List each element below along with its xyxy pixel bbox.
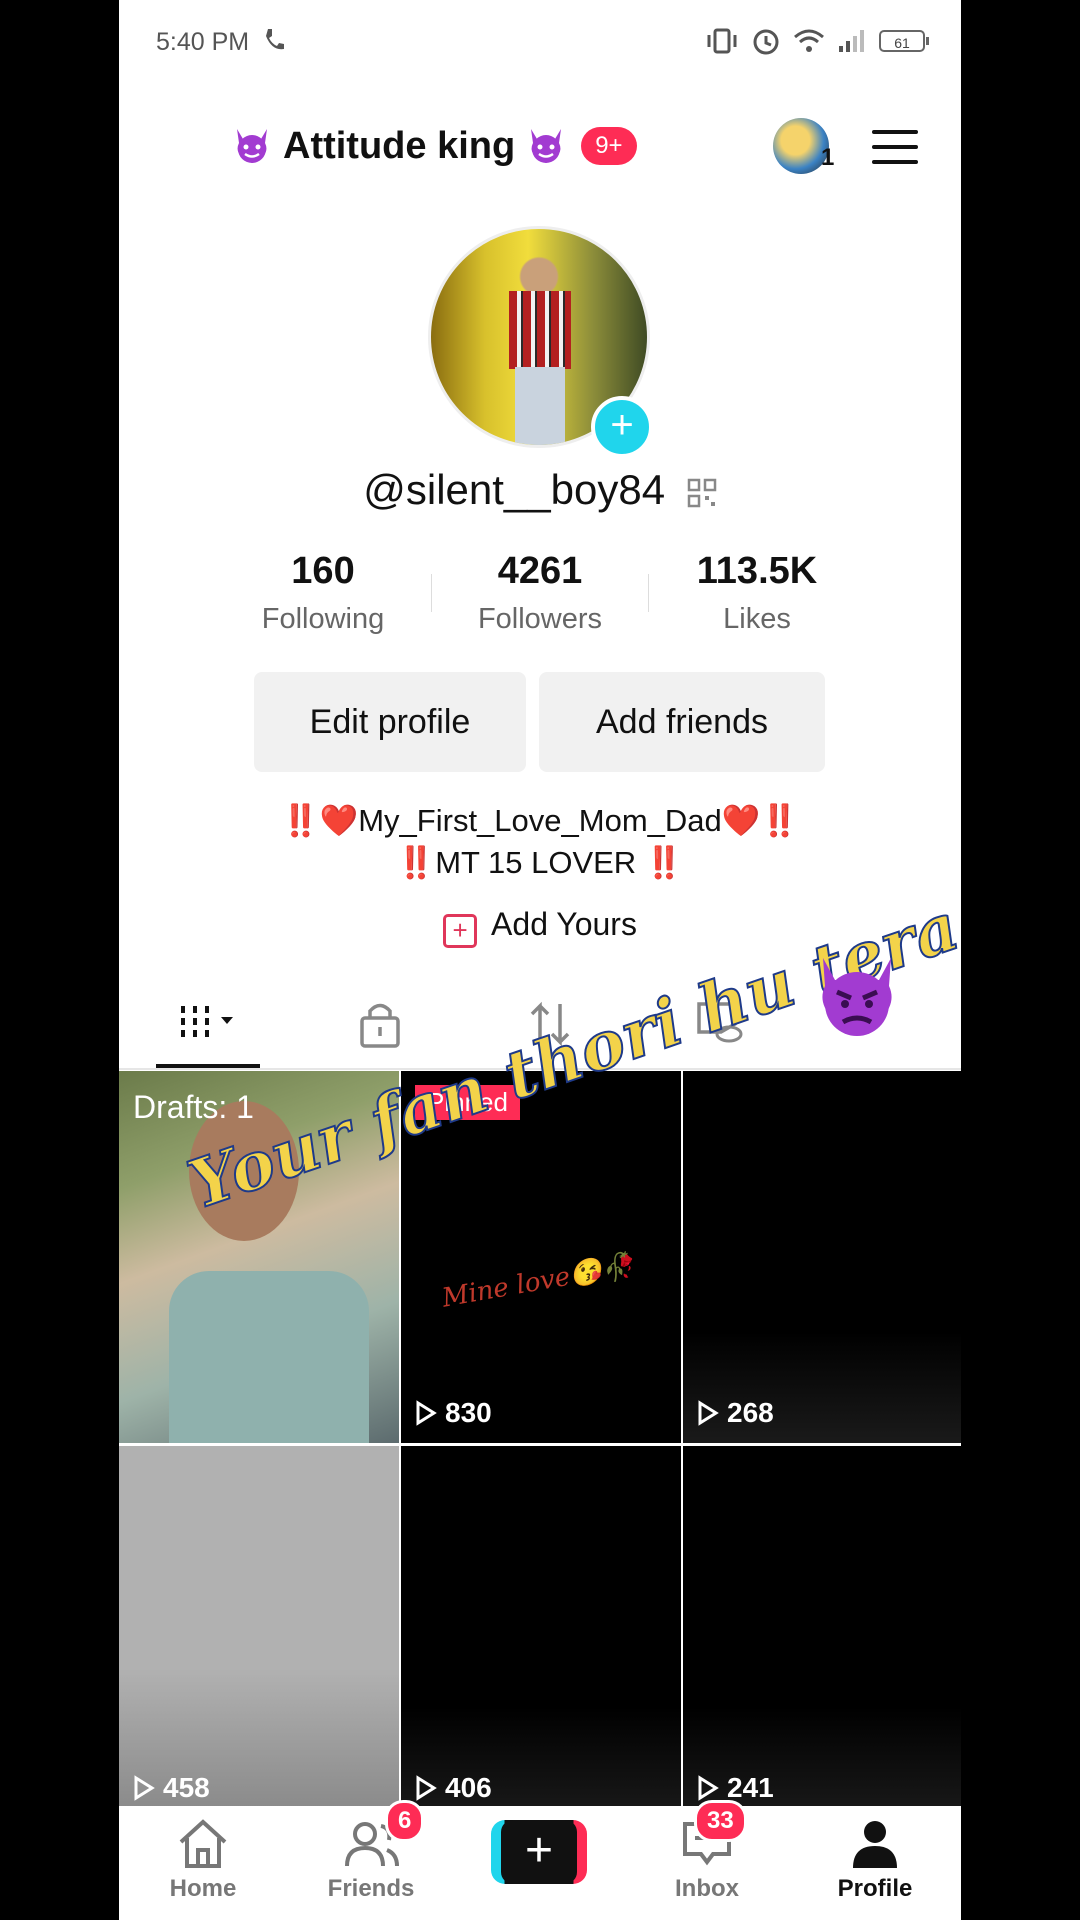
username: @silent__boy84: [363, 466, 666, 513]
nav-profile[interactable]: Profile: [791, 1806, 959, 1920]
bottom-nav: Home Friends 6 + Inbox 33 Profile: [119, 1800, 961, 1920]
bio: ‼️❤️My_First_Love_Mom_Dad❤️‼️ ‼️MT 15 LO…: [119, 800, 961, 884]
qr-code-icon[interactable]: [687, 478, 717, 508]
view-count: 268: [697, 1397, 774, 1429]
profile-icon: [853, 1821, 897, 1868]
devil-emoji-icon: [237, 129, 267, 163]
call-forward-icon: [266, 29, 284, 50]
status-time: 5:40 PM: [156, 28, 250, 56]
friends-badge: 6: [385, 1800, 425, 1842]
nav-label: Profile: [837, 1875, 913, 1902]
username-row: @silent__boy84: [119, 466, 961, 514]
stat-likes[interactable]: 113.5K Likes: [657, 550, 857, 636]
profile-header: Attitude king 9+ 1: [119, 118, 961, 174]
status-icons: 61: [705, 24, 929, 58]
nav-label: Friends: [327, 1875, 415, 1902]
inbox-badge: 33: [694, 1800, 747, 1842]
nav-inbox[interactable]: Inbox 33: [623, 1800, 791, 1920]
account-name: Attitude king: [283, 124, 516, 167]
nav-friends[interactable]: Friends 6: [287, 1800, 455, 1920]
signal-icon: [839, 30, 864, 52]
add-avatar-plus-icon[interactable]: +: [591, 396, 653, 458]
stat-value: 113.5K: [696, 550, 818, 592]
nav-label: Inbox: [675, 1875, 739, 1902]
alarm-icon: [753, 29, 779, 55]
bio-line: ‼️❤️My_First_Love_Mom_Dad❤️‼️: [281, 803, 799, 838]
video-caption: Mine love😘🥀: [439, 1250, 637, 1314]
menu-icon[interactable]: [872, 130, 918, 164]
wifi-icon: [794, 29, 824, 52]
create-button[interactable]: +: [491, 1820, 587, 1884]
play-icon: [698, 1775, 719, 1801]
add-friends-button[interactable]: Add friends: [539, 672, 825, 772]
stat-label: Likes: [723, 603, 791, 635]
notification-badge: 9+: [581, 127, 637, 165]
stat-followers[interactable]: 4261 Followers: [440, 550, 640, 636]
video-tile[interactable]: 268: [683, 1071, 961, 1443]
nav-label: Home: [169, 1875, 237, 1902]
add-yours-label: Add Yours: [491, 906, 637, 942]
video-tile[interactable]: 241: [683, 1446, 961, 1818]
stat-label: Followers: [477, 603, 603, 635]
play-icon: [416, 1775, 437, 1801]
video-tile[interactable]: 458: [119, 1446, 399, 1818]
play-icon: [698, 1400, 719, 1426]
account-switcher[interactable]: Attitude king 9+: [231, 118, 637, 174]
vibrate-icon: [707, 28, 737, 54]
visitor-count: 1: [821, 144, 835, 171]
angry-devil-emoji-icon: [822, 958, 892, 1036]
view-count: 406: [415, 1772, 492, 1804]
plus-icon: +: [501, 1820, 577, 1884]
phone-screen: 5:40 PM 61 Attitude king 9+ 1 + @silent_…: [119, 0, 961, 1920]
drafts-label: Drafts: 1: [133, 1089, 254, 1125]
videos-grid-tab-icon[interactable]: [175, 996, 245, 1052]
stat-value: 160: [291, 550, 355, 592]
nav-home[interactable]: Home: [119, 1806, 287, 1920]
view-count: 830: [415, 1397, 492, 1429]
stat-value: 4261: [497, 550, 583, 592]
stat-divider: [648, 574, 649, 612]
stat-label: Following: [261, 603, 385, 635]
stat-divider: [431, 574, 432, 612]
home-icon: [179, 1819, 227, 1868]
add-yours-icon: +: [443, 914, 478, 948]
video-tile[interactable]: 406: [401, 1446, 681, 1818]
battery-icon: 61: [879, 30, 929, 52]
play-icon: [134, 1775, 155, 1801]
bio-line: ‼️MT 15 LOVER ‼️: [396, 845, 684, 880]
play-icon: [416, 1400, 437, 1426]
view-count: 458: [133, 1772, 210, 1804]
private-lock-tab-icon[interactable]: [345, 996, 415, 1052]
stat-following[interactable]: 160 Following: [223, 550, 423, 636]
edit-profile-button[interactable]: Edit profile: [254, 672, 526, 772]
devil-emoji-icon: [531, 129, 562, 163]
